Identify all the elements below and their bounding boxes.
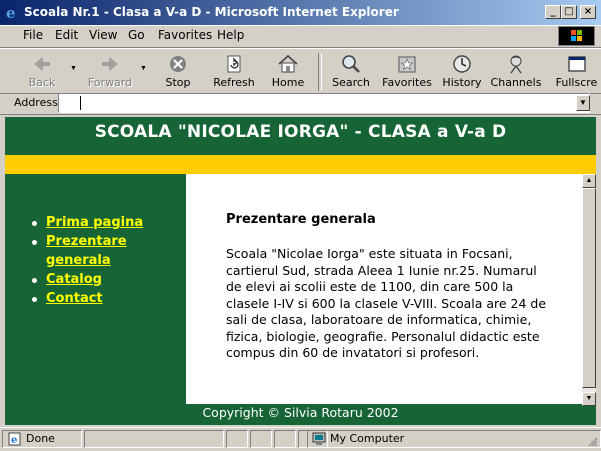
address-dropdown-icon[interactable]: ▼ — [576, 95, 590, 111]
menu-edit[interactable]: Edit — [55, 28, 78, 42]
channels-label: Channels — [490, 76, 542, 89]
stop-label: Stop — [165, 76, 191, 89]
home-button[interactable]: Home — [266, 51, 310, 93]
bullet-icon — [32, 221, 37, 226]
favorites-label: Favorites — [382, 76, 432, 89]
forward-label: Forward — [87, 76, 133, 89]
status-panel-a — [226, 430, 248, 448]
nav-item-prezentare-generala: Prezentare generala — [28, 232, 178, 270]
nav-link-contact[interactable]: Contact — [46, 291, 103, 306]
channels-button[interactable]: Channels — [490, 51, 542, 93]
channels-icon — [510, 55, 522, 74]
refresh-label: Refresh — [213, 76, 255, 89]
search-label: Search — [332, 76, 370, 89]
toolbar: Back ▼ Forward ▼ Stop Refresh Home Searc… — [0, 48, 601, 94]
menu-file[interactable]: File — [23, 28, 43, 42]
address-label: Address — [14, 96, 58, 109]
zone-text: My Computer — [330, 432, 405, 445]
yellow-band — [5, 155, 596, 174]
refresh-icon — [227, 55, 241, 73]
fullscreen-button[interactable]: Fullscre — [552, 51, 601, 93]
status-panel-progress — [84, 430, 224, 448]
address-bar: Address ▼ — [0, 92, 601, 115]
home-label: Home — [271, 76, 305, 89]
bullet-icon — [32, 297, 37, 302]
computer-icon — [312, 432, 326, 445]
scroll-down-icon[interactable]: ▼ — [582, 392, 596, 406]
copyright-footer: Copyright © Silvia Rotaru 2002 — [202, 405, 399, 420]
forward-arrow-icon — [102, 57, 118, 71]
menu-bar: File Edit View Go Favorites Help — [0, 25, 601, 48]
maximize-button[interactable]: □ — [561, 5, 577, 19]
status-text: Done — [26, 432, 55, 445]
window-title: Scoala Nr.1 - Clasa a V-a D - Microsoft … — [24, 5, 399, 19]
search-icon — [342, 55, 360, 73]
history-button[interactable]: History — [440, 51, 484, 93]
resize-grip-icon[interactable] — [588, 436, 598, 447]
minimize-button[interactable]: _ — [545, 5, 561, 19]
toolbar-separator — [318, 53, 322, 91]
menu-go[interactable]: Go — [128, 28, 145, 42]
scroll-up-icon[interactable]: ▲ — [582, 174, 596, 188]
site-title: SCOALA "NICOLAE IORGA" - CLASA a V-a D — [94, 122, 507, 142]
body-paragraph: Scoala "Nicolae Iorga" este situata in F… — [226, 246, 547, 360]
home-icon — [278, 54, 298, 73]
stop-icon — [170, 56, 186, 72]
back-dropdown-icon[interactable]: ▼ — [70, 65, 77, 72]
nav-link-prezentare-generala[interactable]: Prezentare generala — [46, 234, 127, 268]
nav-link-catalog[interactable]: Catalog — [46, 272, 102, 287]
close-button[interactable]: × — [580, 5, 596, 19]
back-button[interactable]: Back — [18, 51, 66, 93]
page-done-icon: e — [8, 432, 21, 446]
history-label: History — [442, 76, 482, 89]
menu-help[interactable]: Help — [217, 28, 244, 42]
nav-list: Prima pagina Prezentare generala Catalog… — [28, 213, 178, 308]
history-icon — [453, 55, 471, 73]
title-bar[interactable]: e Scoala Nr.1 - Clasa a V-a D - Microsof… — [0, 0, 601, 26]
text-caret — [80, 96, 81, 110]
stop-button[interactable]: Stop — [155, 51, 201, 93]
status-panel-c — [274, 430, 296, 448]
nav-item-prima-pagina: Prima pagina — [28, 213, 178, 232]
forward-button[interactable]: Forward — [82, 51, 138, 93]
nav-item-contact: Contact — [28, 289, 178, 308]
fullscreen-icon — [567, 56, 586, 72]
forward-dropdown-icon[interactable]: ▼ — [140, 65, 147, 72]
scrollbar-thumb[interactable] — [582, 188, 596, 388]
search-button[interactable]: Search — [328, 51, 374, 93]
svg-text:e: e — [6, 4, 16, 20]
ie-logo-icon: e — [6, 4, 16, 20]
windows-logo-icon — [558, 26, 595, 46]
address-input[interactable] — [58, 93, 590, 113]
refresh-button[interactable]: Refresh — [210, 51, 258, 93]
nav-item-catalog: Catalog — [28, 270, 178, 289]
main-content-panel: Prezentare generala Scoala "Nicolae Iorg… — [186, 174, 582, 404]
back-label: Back — [28, 76, 56, 89]
menu-view[interactable]: View — [89, 28, 117, 42]
status-bar: e Done My Computer — [0, 427, 601, 451]
fullscreen-label: Fullscre — [555, 76, 598, 89]
nav-link-prima-pagina[interactable]: Prima pagina — [46, 215, 143, 230]
favorites-icon — [398, 56, 416, 73]
status-panel-b — [250, 430, 272, 448]
favorites-button[interactable]: Favorites — [380, 51, 434, 93]
back-arrow-icon — [34, 57, 50, 71]
bullet-icon — [32, 240, 37, 245]
page-viewport: SCOALA "NICOLAE IORGA" - CLASA a V-a D P… — [5, 117, 596, 425]
vertical-scrollbar[interactable]: ▲ ▼ — [582, 174, 596, 406]
svg-text:e: e — [11, 435, 17, 446]
menu-favorites[interactable]: Favorites — [158, 28, 212, 42]
bullet-icon — [32, 278, 37, 283]
section-heading: Prezentare generala — [226, 212, 376, 227]
